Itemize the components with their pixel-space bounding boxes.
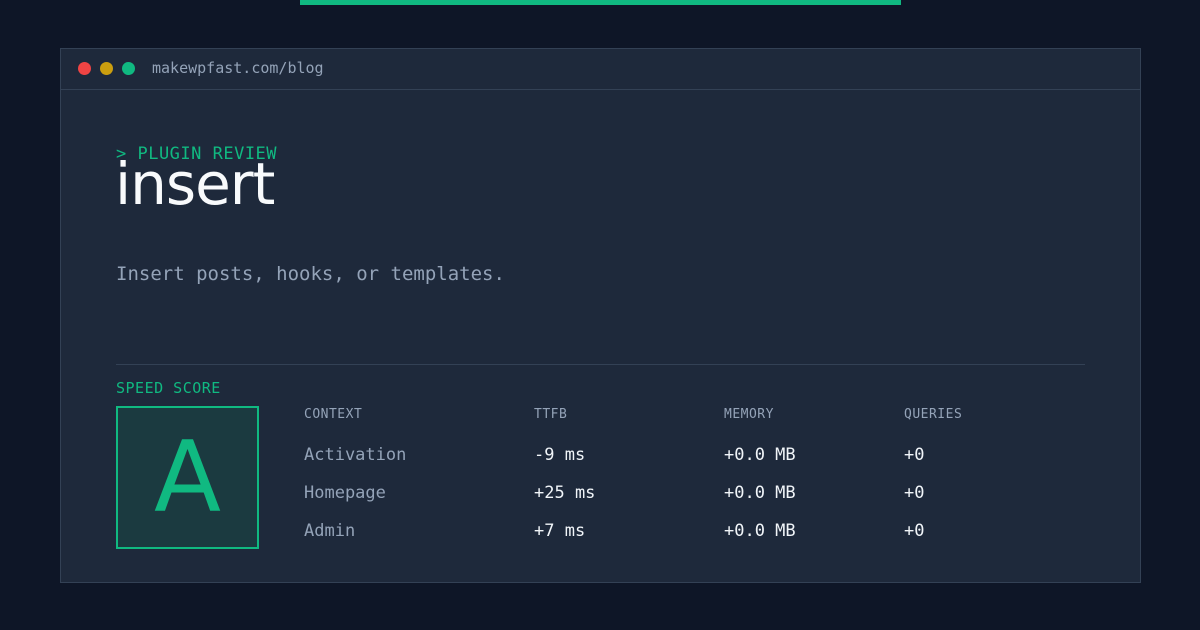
row-memory: +0.0 MB (724, 483, 796, 503)
row-memory: +0.0 MB (724, 521, 796, 541)
column-header-context: CONTEXT (304, 407, 363, 422)
speed-score-label: SPEED SCORE (116, 379, 221, 397)
url-text: makewpfast.com/blog (152, 59, 324, 77)
row-context: Admin (304, 521, 356, 541)
window-titlebar: makewpfast.com/blog (61, 49, 1140, 90)
column-header-queries: QUERIES (904, 407, 963, 422)
row-context: Homepage (304, 483, 386, 503)
maximize-window-dot[interactable] (122, 62, 135, 75)
browser-window: makewpfast.com/blog > PLUGIN REVIEW inse… (60, 48, 1141, 583)
page-title: insert (115, 150, 275, 218)
divider (116, 364, 1085, 365)
page-subtitle: Insert posts, hooks, or templates. (116, 263, 505, 285)
row-queries: +0 (904, 521, 925, 541)
row-queries: +0 (904, 483, 925, 503)
row-context: Activation (304, 445, 407, 465)
top-accent-bar (300, 0, 901, 5)
row-ttfb: +7 ms (534, 521, 586, 541)
speed-score-grade: A (153, 420, 222, 535)
minimize-window-dot[interactable] (100, 62, 113, 75)
row-queries: +0 (904, 445, 925, 465)
row-memory: +0.0 MB (724, 445, 796, 465)
column-header-memory: MEMORY (724, 407, 774, 422)
row-ttfb: +25 ms (534, 483, 596, 503)
row-ttfb: -9 ms (534, 445, 586, 465)
column-header-ttfb: TTFB (534, 407, 568, 422)
speed-score-badge: A (116, 406, 259, 549)
close-window-dot[interactable] (78, 62, 91, 75)
